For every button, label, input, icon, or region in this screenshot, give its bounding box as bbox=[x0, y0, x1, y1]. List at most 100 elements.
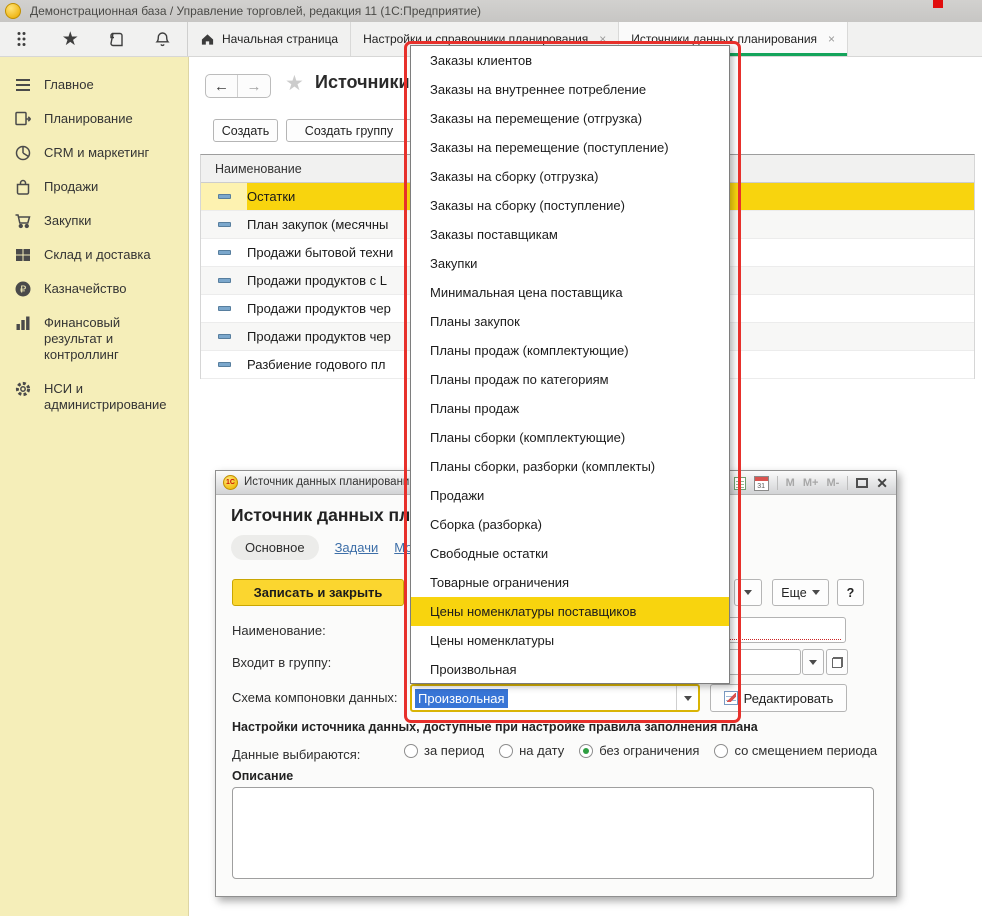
dropdown-item[interactable]: Продажи bbox=[411, 481, 729, 510]
calc-mminus-button[interactable]: M- bbox=[826, 477, 839, 489]
sidebar-item-treasury[interactable]: ₽ Казначейство bbox=[0, 272, 185, 306]
combobox-arrow-button[interactable] bbox=[676, 686, 698, 710]
sidebar-item-warehouse[interactable]: Склад и доставка bbox=[0, 238, 185, 272]
dropdown-item[interactable]: Свободные остатки bbox=[411, 539, 729, 568]
maximize-icon[interactable] bbox=[856, 478, 868, 488]
dropdown-item[interactable]: Планы сборки (комплектующие) bbox=[411, 423, 729, 452]
calendar-icon[interactable]: 31 bbox=[754, 476, 769, 491]
separator bbox=[777, 476, 778, 490]
dash-icon bbox=[218, 362, 231, 367]
dialog-controls: 31 M M+ M- ✕ bbox=[734, 471, 888, 495]
schema-selected-value: Произвольная bbox=[415, 689, 508, 708]
dropdown-item[interactable]: Цены номенклатуры bbox=[411, 626, 729, 655]
dropdown-item[interactable]: Планы сборки, разборки (комплекты) bbox=[411, 452, 729, 481]
period-mode-label: Данные выбираются: bbox=[232, 747, 360, 762]
sidebar-item-finance[interactable]: Финансовый результат и контроллинг bbox=[0, 306, 185, 372]
sidebar-item-label: Казначейство bbox=[44, 281, 126, 296]
sidebar-item-label: Планирование bbox=[44, 111, 133, 126]
sidebar-item-label: Главное bbox=[44, 77, 94, 92]
sidebar-item-label: НСИ и администрирование bbox=[44, 381, 167, 412]
notifications-bell-icon[interactable] bbox=[153, 29, 173, 49]
dropdown-item[interactable]: Заказы клиентов bbox=[411, 46, 729, 75]
chevron-down-icon bbox=[684, 696, 692, 701]
dropdown-item[interactable]: Заказы на сборку (поступление) bbox=[411, 191, 729, 220]
more-button[interactable]: Еще bbox=[772, 579, 829, 606]
item-marker-cell bbox=[201, 211, 247, 238]
favorite-star-icon[interactable]: ★ bbox=[285, 71, 304, 96]
dropdown-item[interactable]: Заказы на перемещение (поступление) bbox=[411, 133, 729, 162]
item-marker-cell bbox=[201, 351, 247, 378]
radio-option[interactable]: за период bbox=[404, 743, 484, 758]
radio-label: на дату bbox=[519, 743, 564, 758]
forward-button[interactable]: → bbox=[238, 75, 270, 97]
sidebar-item-crm[interactable]: CRM и маркетинг bbox=[0, 136, 185, 170]
dropdown-item[interactable]: Планы продаж (комплектующие) bbox=[411, 336, 729, 365]
quick-toolbar: ★ bbox=[0, 22, 188, 56]
create-button[interactable]: Создать bbox=[213, 119, 278, 142]
radio-option[interactable]: со смещением периода bbox=[714, 743, 877, 758]
more-button-label: Еще bbox=[781, 586, 806, 600]
history-nav: ← → bbox=[205, 74, 271, 98]
tab-data-sources-label: Источники данных планирования bbox=[631, 32, 817, 46]
group-field-label: Входит в группу: bbox=[232, 655, 331, 670]
tab-tasks[interactable]: Задачи bbox=[335, 540, 379, 555]
dropdown-item[interactable]: Планы закупок bbox=[411, 307, 729, 336]
edit-schema-button[interactable]: Редактировать bbox=[710, 684, 847, 712]
spreadsheet-icon[interactable] bbox=[734, 477, 746, 490]
dropdown-item[interactable]: Заказы на внутреннее потребление bbox=[411, 75, 729, 104]
save-and-close-button[interactable]: Записать и закрыть bbox=[232, 579, 404, 606]
sidebar-item-purchases[interactable]: Закупки bbox=[0, 204, 185, 238]
group-open-button[interactable] bbox=[826, 649, 848, 675]
dash-icon bbox=[218, 194, 231, 199]
radio-option[interactable]: без ограничения bbox=[579, 743, 699, 758]
dropdown-item[interactable]: Цены номенклатуры поставщиков bbox=[411, 597, 729, 626]
radio-icon bbox=[499, 744, 513, 758]
item-marker-cell bbox=[201, 267, 247, 294]
schema-combobox[interactable]: Произвольная bbox=[410, 684, 700, 712]
sidebar-item-label: Закупки bbox=[44, 213, 91, 228]
radio-icon bbox=[714, 744, 728, 758]
schema-dropdown-list: Заказы клиентов Заказы на внутреннее пот… bbox=[410, 45, 730, 684]
dropdown-item[interactable]: Товарные ограничения bbox=[411, 568, 729, 597]
sidebar-item-main[interactable]: Главное bbox=[0, 68, 185, 102]
dropdown-item[interactable]: Планы продаж по категориям bbox=[411, 365, 729, 394]
tab-main[interactable]: Основное bbox=[231, 535, 319, 560]
history-icon[interactable] bbox=[107, 29, 127, 49]
dropdown-item[interactable]: Сборка (разборка) bbox=[411, 510, 729, 539]
sidebar-item-planning[interactable]: Планирование bbox=[0, 102, 185, 136]
ruble-icon: ₽ bbox=[14, 280, 32, 298]
dropdown-item[interactable]: Закупки bbox=[411, 249, 729, 278]
description-textarea[interactable] bbox=[232, 787, 874, 879]
svg-text:₽: ₽ bbox=[20, 285, 27, 296]
open-window-icon bbox=[832, 657, 843, 668]
calc-m-button[interactable]: M bbox=[786, 477, 795, 489]
dropdown-item[interactable]: Произвольная bbox=[411, 655, 729, 684]
tab-home[interactable]: Начальная страница bbox=[188, 22, 351, 56]
sidebar-item-sales[interactable]: Продажи bbox=[0, 170, 185, 204]
radio-option[interactable]: на дату bbox=[499, 743, 564, 758]
dropdown-item[interactable]: Заказы на сборку (отгрузка) bbox=[411, 162, 729, 191]
chevron-down-icon bbox=[809, 660, 817, 665]
group-dropdown-button[interactable] bbox=[802, 649, 824, 675]
schema-field-label: Схема компоновки данных: bbox=[232, 690, 398, 705]
dropdown-item[interactable]: Планы продаж bbox=[411, 394, 729, 423]
service-menu-icon[interactable] bbox=[14, 29, 34, 49]
dropdown-item[interactable]: Заказы на перемещение (отгрузка) bbox=[411, 104, 729, 133]
tab-close-icon[interactable]: × bbox=[828, 32, 835, 46]
tab-close-icon[interactable]: × bbox=[599, 32, 606, 46]
dash-icon bbox=[218, 306, 231, 311]
help-button[interactable]: ? bbox=[837, 579, 864, 606]
close-icon[interactable]: ✕ bbox=[876, 476, 888, 490]
calc-mplus-button[interactable]: M+ bbox=[803, 477, 819, 489]
home-icon bbox=[200, 32, 215, 46]
pie-chart-icon bbox=[14, 144, 32, 162]
dropdown-item[interactable]: Минимальная цена поставщика bbox=[411, 278, 729, 307]
back-button[interactable]: ← bbox=[206, 75, 238, 97]
create-group-button[interactable]: Создать группу bbox=[286, 119, 412, 142]
dropdown-item[interactable]: Заказы поставщикам bbox=[411, 220, 729, 249]
partial-dropdown-button[interactable] bbox=[734, 579, 762, 606]
sidebar-item-admin[interactable]: НСИ и администрирование bbox=[0, 372, 185, 422]
radio-icon bbox=[404, 744, 418, 758]
favorites-star-icon[interactable]: ★ bbox=[60, 29, 80, 49]
bar-chart-icon bbox=[14, 314, 32, 332]
